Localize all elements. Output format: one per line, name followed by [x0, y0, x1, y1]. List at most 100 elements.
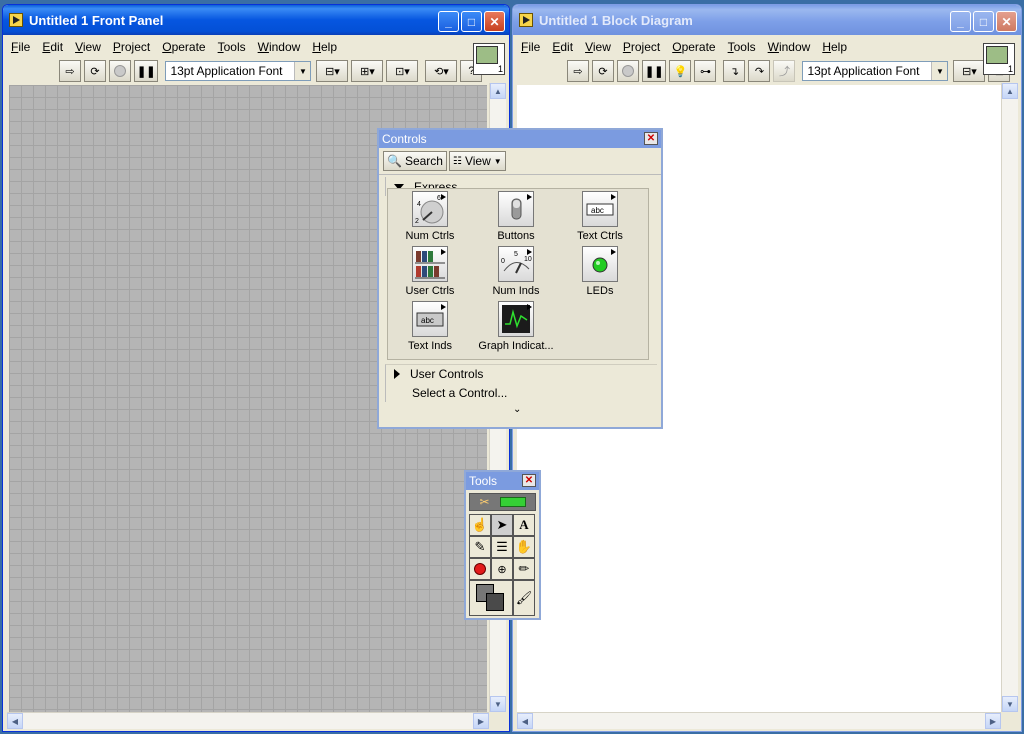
menu-project[interactable]: Project	[617, 40, 666, 54]
palette-title: Tools	[469, 474, 498, 488]
vi-icon[interactable]	[473, 43, 505, 75]
align-objects-button[interactable]: ⊟▾	[953, 60, 986, 82]
abc-text: abc	[421, 316, 434, 325]
scroll-window-tool[interactable]: ✋	[513, 536, 535, 558]
shortcut-menu-tool[interactable]: ☰	[491, 536, 513, 558]
item-label: Text Ctrls	[577, 230, 623, 242]
automatic-tool-selection-button[interactable]: ✂	[469, 493, 536, 511]
font-selector[interactable]: 13pt Application Font ▼	[802, 61, 949, 81]
run-continuously-button[interactable]: ⟳	[84, 60, 106, 82]
palette-item-num-inds[interactable]: 0 5 10 Num Inds	[476, 246, 556, 297]
menu-tools[interactable]: Tools	[722, 40, 762, 54]
abort-button[interactable]	[109, 60, 131, 82]
menu-view[interactable]: View	[579, 40, 617, 54]
select-a-control[interactable]: Select a Control...	[385, 383, 657, 402]
search-label: Search	[404, 154, 443, 168]
reorder-button[interactable]: ⟲▾	[425, 60, 458, 82]
scroll-down-button[interactable]: ▼	[1002, 696, 1018, 712]
menu-window[interactable]: Window	[252, 40, 307, 54]
abort-button[interactable]	[617, 60, 639, 82]
palette-item-num-ctrls[interactable]: 4 6 2 Num Ctrls	[390, 191, 470, 242]
palette-item-user-ctrls[interactable]: User Ctrls	[390, 246, 470, 297]
font-selector[interactable]: 13pt Application Font ▼	[165, 61, 312, 81]
step-out-icon: ⤴	[778, 66, 790, 78]
menu-edit[interactable]: Edit	[36, 40, 69, 54]
item-label: Num Ctrls	[405, 230, 455, 242]
run-continuously-button[interactable]: ⟳	[592, 60, 614, 82]
category-label: User Controls	[410, 367, 484, 381]
palette-item-buttons[interactable]: Buttons	[476, 191, 556, 242]
scroll-up-button[interactable]: ▲	[1002, 83, 1018, 99]
connect-wire-tool[interactable]: ✎	[469, 536, 491, 558]
minimize-button[interactable]: _	[438, 11, 459, 32]
string-control-graphic: abc	[586, 203, 614, 216]
scroll-right-button[interactable]: ▶	[473, 713, 489, 729]
labview-icon	[9, 13, 23, 27]
more-chevron-icon[interactable]: ⌄	[513, 404, 521, 415]
palette-item-text-ctrls[interactable]: abc Text Ctrls	[560, 191, 640, 242]
palette-item-graph-indicators[interactable]: Graph Indicat...	[476, 301, 556, 352]
scroll-right-button[interactable]: ▶	[985, 713, 1001, 729]
horizontal-scrollbar[interactable]: ◀ ▶	[7, 712, 489, 729]
close-icon[interactable]: ✕	[522, 474, 536, 487]
vi-icon[interactable]	[983, 43, 1015, 75]
menu-operate[interactable]: Operate	[156, 40, 211, 54]
category-user-controls[interactable]: User Controls	[385, 364, 657, 383]
vertical-scrollbar[interactable]: ▲ ▼	[1001, 83, 1018, 712]
close-icon[interactable]: ✕	[644, 132, 658, 145]
front-panel-titlebar[interactable]: Untitled 1 Front Panel _ □ ✕	[3, 5, 509, 35]
get-color-tool[interactable]: ✏	[513, 558, 535, 580]
step-into-button[interactable]: ↴	[723, 60, 746, 82]
horizontal-scrollbar[interactable]: ◀ ▶	[517, 712, 1001, 729]
view-button[interactable]: ☷ View ▼	[448, 151, 506, 171]
set-color-tool[interactable]	[469, 580, 513, 616]
menu-operate[interactable]: Operate	[666, 40, 721, 54]
step-out-button[interactable]: ⤴	[773, 60, 796, 82]
controls-palette-titlebar[interactable]: Controls ✕	[379, 130, 661, 148]
step-over-button[interactable]: ↷	[748, 60, 771, 82]
pause-button[interactable]: ❚❚	[134, 60, 159, 82]
scroll-left-button[interactable]: ◀	[517, 713, 533, 729]
breakpoint-tool[interactable]	[469, 558, 491, 580]
block-diagram-titlebar[interactable]: Untitled 1 Block Diagram _ □ ✕	[513, 5, 1021, 35]
label-tool[interactable]: A	[513, 514, 535, 536]
maximize-button[interactable]: □	[973, 11, 994, 32]
menu-view[interactable]: View	[69, 40, 107, 54]
maximize-button[interactable]: □	[461, 11, 482, 32]
menu-file[interactable]: File	[5, 40, 36, 54]
scroll-left-button[interactable]: ◀	[7, 713, 23, 729]
menu-help[interactable]: Help	[816, 40, 853, 54]
distribute-objects-button[interactable]: ⊞▾	[351, 60, 384, 82]
scroll-up-button[interactable]: ▲	[490, 83, 506, 99]
menu-window[interactable]: Window	[762, 40, 817, 54]
front-panel-toolbar: ⇨ ⟳ ❚❚ 13pt Application Font ▼ ⊟▾ ⊞▾ ⊡▾ …	[59, 59, 483, 83]
align-objects-button[interactable]: ⊟▾	[316, 60, 349, 82]
item-label: Buttons	[497, 230, 535, 242]
run-button[interactable]: ⇨	[567, 60, 589, 82]
menu-help[interactable]: Help	[306, 40, 343, 54]
menu-project[interactable]: Project	[107, 40, 156, 54]
menu-edit[interactable]: Edit	[546, 40, 579, 54]
menu-file[interactable]: File	[515, 40, 546, 54]
minimize-button[interactable]: _	[950, 11, 971, 32]
search-button[interactable]: 🔍 Search	[383, 151, 447, 171]
highlight-execution-button[interactable]: 💡	[669, 60, 692, 82]
palette-item-text-inds[interactable]: abc Text Inds	[390, 301, 470, 352]
probe-tool[interactable]: ⊕	[491, 558, 513, 580]
pause-button[interactable]: ❚❚	[642, 60, 667, 82]
menu-tools[interactable]: Tools	[212, 40, 252, 54]
position-tool[interactable]: ➤	[491, 514, 513, 536]
operate-value-tool[interactable]: ☝	[469, 514, 491, 536]
close-button[interactable]: ✕	[484, 11, 505, 32]
pointing-hand-icon: ☝	[471, 517, 489, 532]
run-button[interactable]: ⇨	[59, 60, 81, 82]
resize-objects-button[interactable]: ⊡▾	[386, 60, 419, 82]
close-button[interactable]: ✕	[996, 11, 1017, 32]
scroll-down-button[interactable]: ▼	[490, 696, 506, 712]
item-label: Graph Indicat...	[478, 340, 554, 352]
select-control-label: Select a Control...	[412, 385, 508, 400]
palette-item-leds[interactable]: LEDs	[560, 246, 640, 297]
retain-wire-values-button[interactable]: ⊶	[694, 60, 717, 82]
tools-palette-titlebar[interactable]: Tools ✕	[466, 472, 539, 490]
paintbrush-tool[interactable]: 🖌	[513, 580, 535, 616]
